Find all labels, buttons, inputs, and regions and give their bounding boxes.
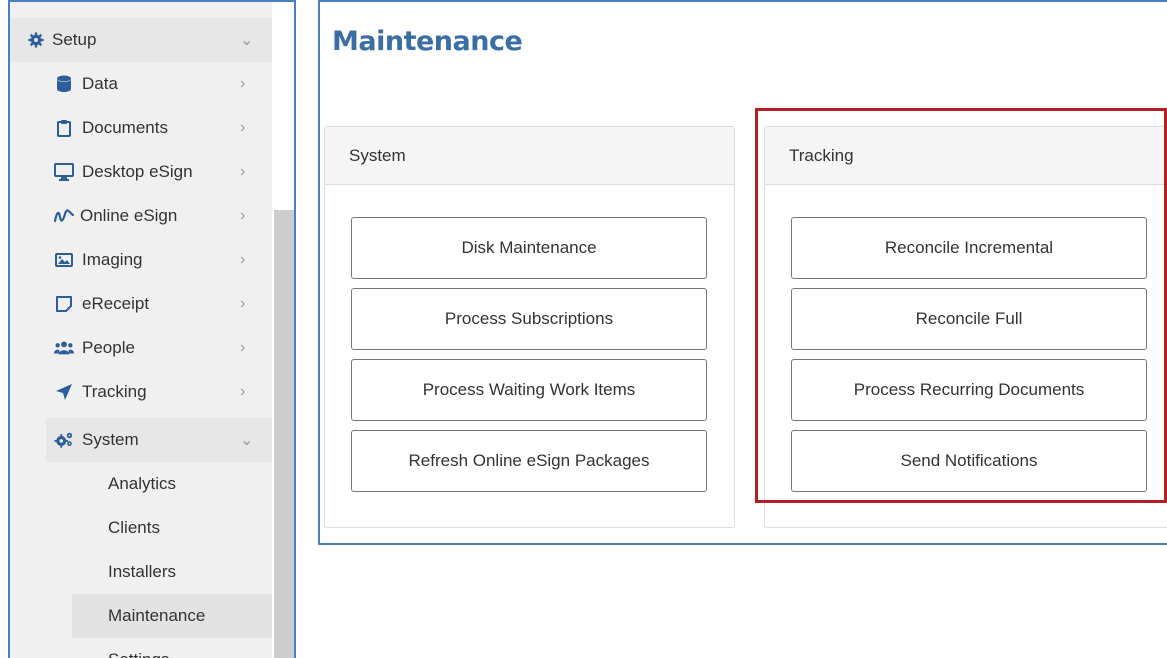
sidebar-scrollbar-thumb[interactable] [274,210,294,658]
chevron-right-icon: › [240,295,246,312]
sidebar: Setup ⌄ Data › Documents › Desktop eSign… [8,0,296,658]
sidebar-item-online-esign[interactable]: Online eSign › [10,194,272,238]
chevron-right-icon: › [240,163,246,180]
receipt-icon [54,294,74,314]
sidebar-item-label: Setup [52,30,97,49]
chevron-right-icon: › [240,75,246,92]
process-recurring-documents-button[interactable]: Process Recurring Documents [791,359,1147,421]
sidebar-item-label: Imaging [82,250,143,269]
paper-plane-icon [54,382,74,402]
chevron-right-icon: › [240,119,246,136]
people-icon [54,338,74,358]
sidebar-item-maintenance[interactable]: Maintenance [72,594,272,638]
main-content: Maintenance System Disk Maintenance Proc… [318,0,1167,545]
gears-icon [54,430,74,450]
sidebar-item-tracking[interactable]: Tracking › [10,370,272,414]
sidebar-item-clients[interactable]: Clients [72,506,272,550]
sidebar-item-label: eReceipt [82,294,150,313]
image-icon [54,250,74,270]
sidebar-item-settings[interactable]: Settings [72,638,272,658]
sidebar-item-label: Installers [108,562,177,581]
process-subscriptions-button[interactable]: Process Subscriptions [351,288,707,350]
gear-icon [26,30,46,50]
chevron-down-icon: ⌄ [240,432,254,449]
monitor-icon [54,162,74,182]
process-waiting-work-items-button[interactable]: Process Waiting Work Items [351,359,707,421]
database-icon [54,74,74,94]
sidebar-item-setup[interactable]: Setup ⌄ [10,18,272,62]
chevron-right-icon: › [240,207,246,224]
sidebar-item-label: Documents [82,118,168,137]
sidebar-nav: Setup ⌄ Data › Documents › Desktop eSign… [10,2,272,658]
sidebar-item-label: Settings [108,650,169,658]
chevron-right-icon: › [240,251,246,268]
sidebar-item-people[interactable]: People › [10,326,272,370]
send-notifications-button[interactable]: Send Notifications [791,430,1147,492]
sidebar-item-documents[interactable]: Documents › [10,106,272,150]
chevron-down-icon: ⌄ [240,32,254,49]
system-panel-heading: System [325,127,734,185]
chevron-right-icon: › [240,383,246,400]
clipboard-icon [54,118,74,138]
sidebar-item-label: Analytics [108,474,177,493]
sidebar-item-data[interactable]: Data › [10,62,272,106]
sidebar-item-ereceipt[interactable]: eReceipt › [10,282,272,326]
sidebar-item-label: Maintenance [108,606,206,625]
sidebar-item-desktop-esign[interactable]: Desktop eSign › [10,150,272,194]
sidebar-item-label: System [82,430,139,449]
tracking-panel-heading: Tracking [765,127,1167,185]
sidebar-item-label: Data [82,74,118,93]
reconcile-incremental-button[interactable]: Reconcile Incremental [791,217,1147,279]
sidebar-item-label: People [82,338,135,357]
sidebar-item-label: Desktop eSign [82,162,193,181]
chevron-right-icon: › [240,339,246,356]
disk-maintenance-button[interactable]: Disk Maintenance [351,217,707,279]
sidebar-item-imaging[interactable]: Imaging › [10,238,272,282]
sidebar-item-label: Online eSign [80,206,178,225]
sidebar-item-label: Clients [108,518,160,537]
sidebar-item-analytics[interactable]: Analytics [72,462,272,506]
sidebar-item-installers[interactable]: Installers [72,550,272,594]
tracking-panel: Tracking Reconcile Incremental Reconcile… [764,126,1167,528]
sidebar-item-system[interactable]: System ⌄ [46,418,272,462]
page-title: Maintenance [332,26,523,57]
signature-icon [54,206,74,226]
reconcile-full-button[interactable]: Reconcile Full [791,288,1147,350]
sidebar-item-label: Tracking [82,382,147,401]
system-panel: System Disk Maintenance Process Subscrip… [324,126,735,528]
refresh-online-esign-packages-button[interactable]: Refresh Online eSign Packages [351,430,707,492]
